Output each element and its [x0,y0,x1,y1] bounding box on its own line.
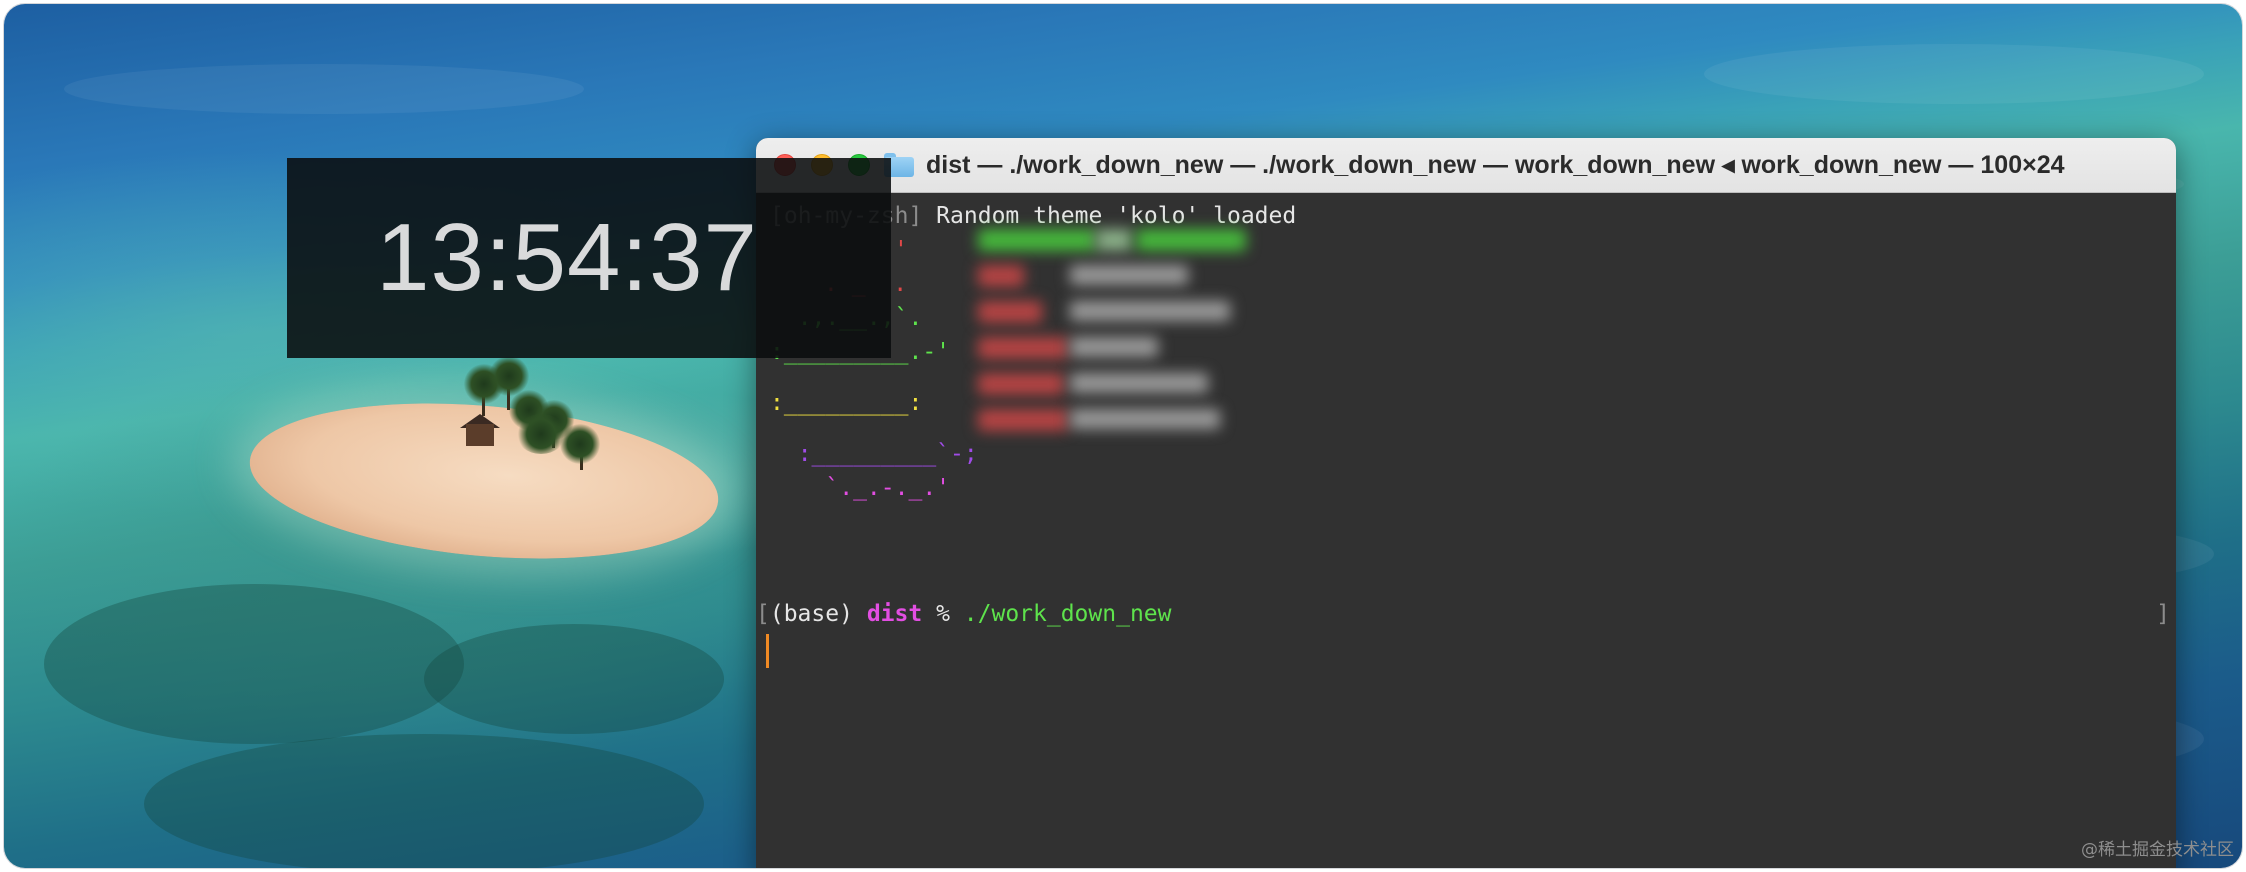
prompt-directory: dist [866,601,923,627]
prompt-env: (base) [769,601,853,627]
palm-tree [516,414,566,454]
prompt-command: ./work_down_new [963,601,1172,627]
terminal-cursor [766,634,769,668]
terminal-title: dist — ./work_down_new — ./work_down_new… [926,151,2065,179]
terminal-titlebar[interactable]: dist — ./work_down_new — ./work_down_new… [756,138,2176,193]
screenshot-frame: 13:54:37 dist — ./work_down_new — ./work… [3,3,2243,869]
hut [466,424,494,446]
clock-widget: 13:54:37 [287,158,891,358]
palm-tree [560,424,600,464]
prompt-symbol: % [936,601,950,627]
line-end-bracket: ] [2156,601,2170,627]
terminal-window[interactable]: dist — ./work_down_new — ./work_down_new… [756,138,2176,868]
watermark: @稀土掘金技术社区 [2081,840,2234,860]
theme-message: Random theme 'kolo' loaded [922,203,1297,229]
prompt-line: [(base) dist % ./work_down_new [756,601,1172,627]
terminal-content[interactable]: [oh-my-zsh] Random theme 'kolo' loaded '… [756,193,2176,868]
clock-time: 13:54:37 [376,204,758,311]
